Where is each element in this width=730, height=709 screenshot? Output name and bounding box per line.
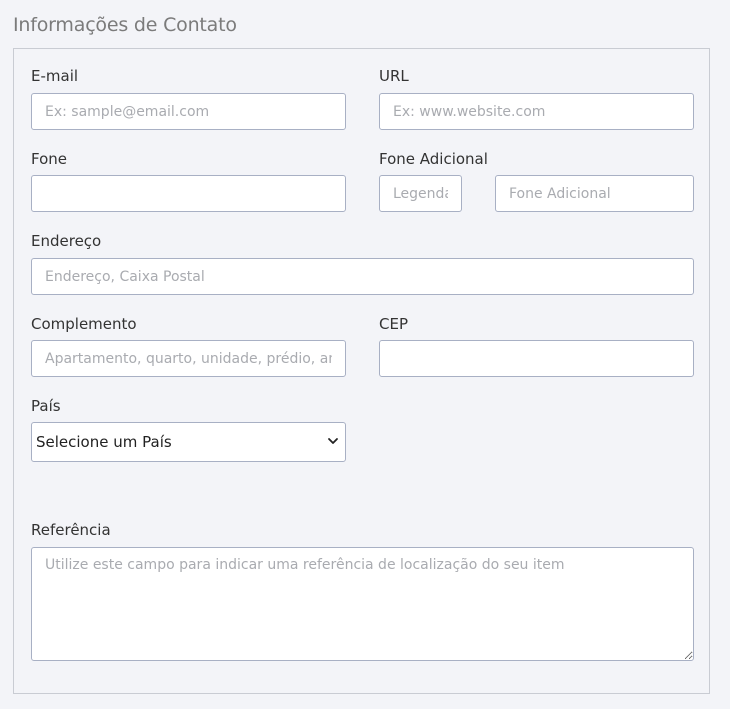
- phone-input[interactable]: [31, 175, 346, 212]
- url-label: URL: [379, 67, 409, 85]
- chevron-down-icon: [328, 438, 338, 444]
- cep-label: CEP: [379, 315, 408, 333]
- email-label: E-mail: [31, 67, 79, 85]
- reference-label: Referência: [31, 521, 111, 539]
- country-select[interactable]: Selecione um País: [31, 422, 346, 462]
- address-label: Endereço: [31, 232, 102, 250]
- address-input[interactable]: [31, 258, 694, 295]
- phone-label: Fone: [31, 150, 68, 168]
- cep-input[interactable]: [379, 340, 694, 377]
- email-input[interactable]: [31, 93, 346, 130]
- reference-textarea[interactable]: [31, 547, 694, 661]
- country-select-value: Selecione um País: [36, 433, 172, 451]
- complement-label: Complemento: [31, 315, 137, 333]
- extra-phone-label: Fone Adicional: [379, 150, 488, 168]
- extra-phone-caption-input[interactable]: [379, 175, 462, 212]
- url-input[interactable]: [379, 93, 694, 130]
- country-label: País: [31, 397, 61, 415]
- extra-phone-number-input[interactable]: [495, 175, 694, 212]
- section-title: Informações de Contato: [13, 14, 237, 36]
- complement-input[interactable]: [31, 340, 346, 377]
